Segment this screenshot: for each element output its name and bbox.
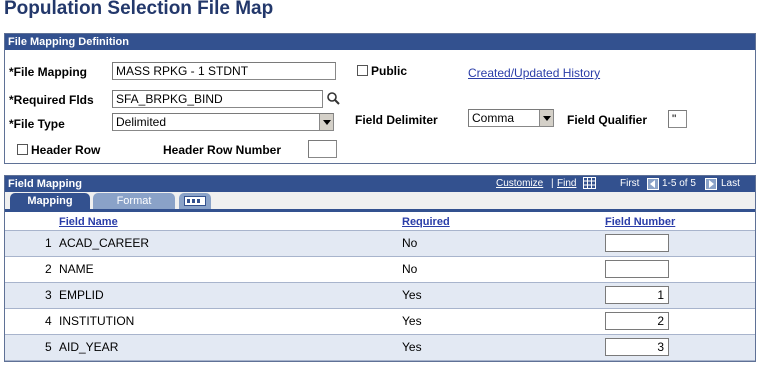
field-name-cell: ACAD_CAREER <box>59 236 150 250</box>
table-row: 1 ACAD_CAREER No <box>5 231 755 257</box>
field-mapping-header: Field Mapping Customize | Find First 1-5… <box>5 176 755 192</box>
header-row-number-label: Header Row Number <box>163 143 282 157</box>
show-all-columns-tab[interactable] <box>179 193 211 209</box>
tab-mapping[interactable]: Mapping <box>10 193 90 209</box>
page-title: Population Selection File Map <box>4 0 274 19</box>
search-icon[interactable] <box>326 91 341 109</box>
tab-bar: Mapping Format <box>5 192 755 212</box>
header-row-checkbox[interactable] <box>17 144 28 155</box>
field-delimiter-select[interactable]: Comma <box>468 109 554 127</box>
last-label: Last <box>721 178 740 189</box>
required-cell: No <box>402 236 418 250</box>
range-label: 1-5 of 5 <box>662 178 696 189</box>
field-mapping-title: Field Mapping <box>8 178 82 190</box>
required-cell: Yes <box>402 314 422 328</box>
table-row: 5 AID_YEAR Yes 3 <box>5 335 755 361</box>
row-number: 1 <box>45 236 52 250</box>
row-number: 4 <box>45 314 52 328</box>
public-label: Public <box>371 64 408 78</box>
field-name-column-header[interactable]: Field Name <box>59 215 118 229</box>
field-name-cell: AID_YEAR <box>59 340 119 354</box>
field-number-input[interactable]: 2 <box>605 312 669 330</box>
field-name-cell: INSTITUTION <box>59 314 135 328</box>
header-row-number-field[interactable] <box>308 140 337 158</box>
file-type-select[interactable]: Delimited <box>112 113 334 131</box>
row-number: 2 <box>45 262 52 276</box>
file-mapping-field[interactable]: MASS RPKG - 1 STDNT <box>112 62 336 80</box>
field-number-input[interactable]: 1 <box>605 286 669 304</box>
customize-link[interactable]: Customize <box>496 176 543 192</box>
field-delimiter-label: Field Delimiter <box>355 113 438 127</box>
created-updated-history-link[interactable]: Created/Updated History <box>468 66 600 80</box>
show-all-columns-icon <box>184 196 206 209</box>
table-row: 2 NAME No <box>5 257 755 283</box>
field-delimiter-value: Comma <box>472 111 515 125</box>
row-number: 5 <box>45 340 52 354</box>
required-cell: No <box>402 262 418 276</box>
definition-header: File Mapping Definition <box>5 34 755 50</box>
required-flds-label: *Required Flds <box>9 93 94 107</box>
field-qualifier-label: Field Qualifier <box>567 113 648 127</box>
row-number: 3 <box>45 288 52 302</box>
file-mapping-label: *File Mapping <box>9 65 87 79</box>
tab-format[interactable]: Format <box>93 193 175 209</box>
field-number-input[interactable]: 3 <box>605 338 669 356</box>
grid-view-icon[interactable] <box>583 177 596 193</box>
field-name-cell: EMPLID <box>59 288 104 302</box>
field-name-cell: NAME <box>59 262 94 276</box>
required-column-header[interactable]: Required <box>402 215 450 229</box>
field-qualifier-field[interactable]: " <box>668 110 687 128</box>
required-cell: Yes <box>402 288 422 302</box>
required-flds-field[interactable]: SFA_BRPKG_BIND <box>112 90 323 108</box>
public-checkbox[interactable] <box>357 65 368 76</box>
chevron-down-icon[interactable] <box>319 114 333 130</box>
first-label: First <box>620 178 640 189</box>
field-number-input[interactable] <box>605 260 669 278</box>
header-row-label: Header Row <box>31 143 101 157</box>
file-type-label: *File Type <box>9 117 65 131</box>
file-type-value: Delimited <box>116 115 167 129</box>
header-separator: | <box>551 178 554 189</box>
table-row: 3 EMPLID Yes 1 <box>5 283 755 309</box>
field-number-column-header[interactable]: Field Number <box>605 215 675 229</box>
field-number-input[interactable] <box>605 234 669 252</box>
find-link[interactable]: Find <box>557 176 576 192</box>
chevron-down-icon[interactable] <box>539 110 553 126</box>
table-row: 4 INSTITUTION Yes 2 <box>5 309 755 335</box>
required-cell: Yes <box>402 340 422 354</box>
